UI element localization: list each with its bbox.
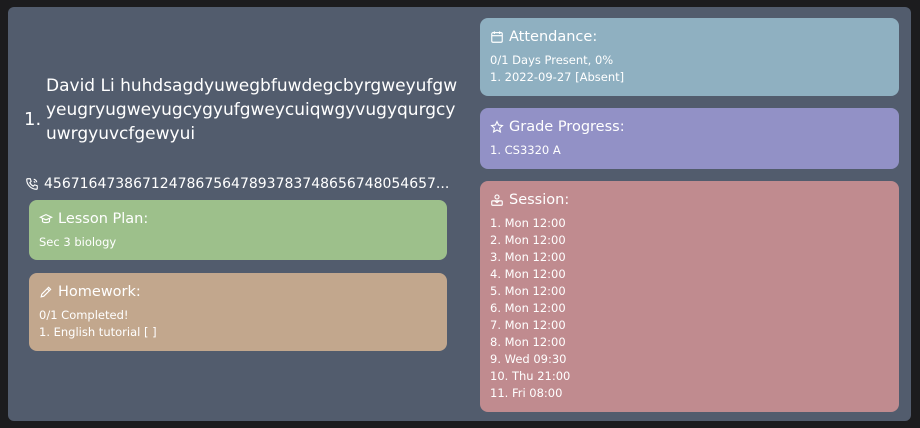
- teacher-icon: [490, 193, 504, 207]
- session-item: 4. Mon 12:00: [490, 267, 566, 281]
- lesson-plan-title: Lesson Plan:: [58, 211, 149, 227]
- homework-panel: Homework: 0/1 Completed! 1. English tuto…: [29, 273, 447, 351]
- session-item: 11. Fri 08:00: [490, 386, 563, 400]
- grade-progress-panel: Grade Progress: 1. CS3320 A: [480, 108, 899, 169]
- lesson-plan-panel: Lesson Plan: Sec 3 biology: [29, 200, 447, 260]
- lesson-plan-line: Sec 3 biology: [39, 235, 117, 249]
- student-name: David Li huhdsagdyuwegbfuwdegcbyrgweyufg…: [46, 76, 458, 144]
- phone-row: 4567164738671247867564789378374865674805…: [25, 174, 453, 194]
- grade-progress-title: Grade Progress:: [509, 119, 625, 135]
- session-item: 9. Wed 09:30: [490, 352, 567, 366]
- calendar-icon: [490, 30, 504, 44]
- attendance-title: Attendance:: [509, 29, 598, 45]
- graduation-cap-icon: [39, 212, 53, 226]
- session-item: 7. Mon 12:00: [490, 318, 566, 332]
- pencil-icon: [39, 285, 53, 299]
- attendance-item: 1. 2022-09-27 [Absent]: [490, 70, 625, 84]
- student-phone: 4567164738671247867564789378374865674805…: [44, 176, 450, 192]
- session-panel: Session: 1. Mon 12:00 2. Mon 12:00 3. Mo…: [480, 181, 899, 412]
- session-title: Session:: [509, 192, 570, 208]
- star-icon: [490, 120, 504, 134]
- attendance-panel: Attendance: 0/1 Days Present, 0% 1. 2022…: [480, 18, 899, 96]
- session-item: 1. Mon 12:00: [490, 216, 566, 230]
- grade-item: 1. CS3320 A: [490, 143, 561, 157]
- student-card[interactable]: 1. David Li huhdsagdyuwegbfuwdegcbyrgwey…: [8, 7, 911, 421]
- session-item: 5. Mon 12:00: [490, 284, 566, 298]
- attendance-summary: 0/1 Days Present, 0%: [490, 53, 614, 67]
- session-item: 10. Thu 21:00: [490, 369, 571, 383]
- session-item: 8. Mon 12:00: [490, 335, 566, 349]
- homework-title: Homework:: [58, 284, 141, 300]
- phone-icon: [25, 177, 39, 191]
- student-index: 1.: [24, 109, 42, 130]
- session-item: 2. Mon 12:00: [490, 233, 566, 247]
- session-item: 6. Mon 12:00: [490, 301, 566, 315]
- homework-summary: 0/1 Completed!: [39, 308, 129, 322]
- homework-item: 1. English tutorial [ ]: [39, 325, 157, 339]
- session-item: 3. Mon 12:00: [490, 250, 566, 264]
